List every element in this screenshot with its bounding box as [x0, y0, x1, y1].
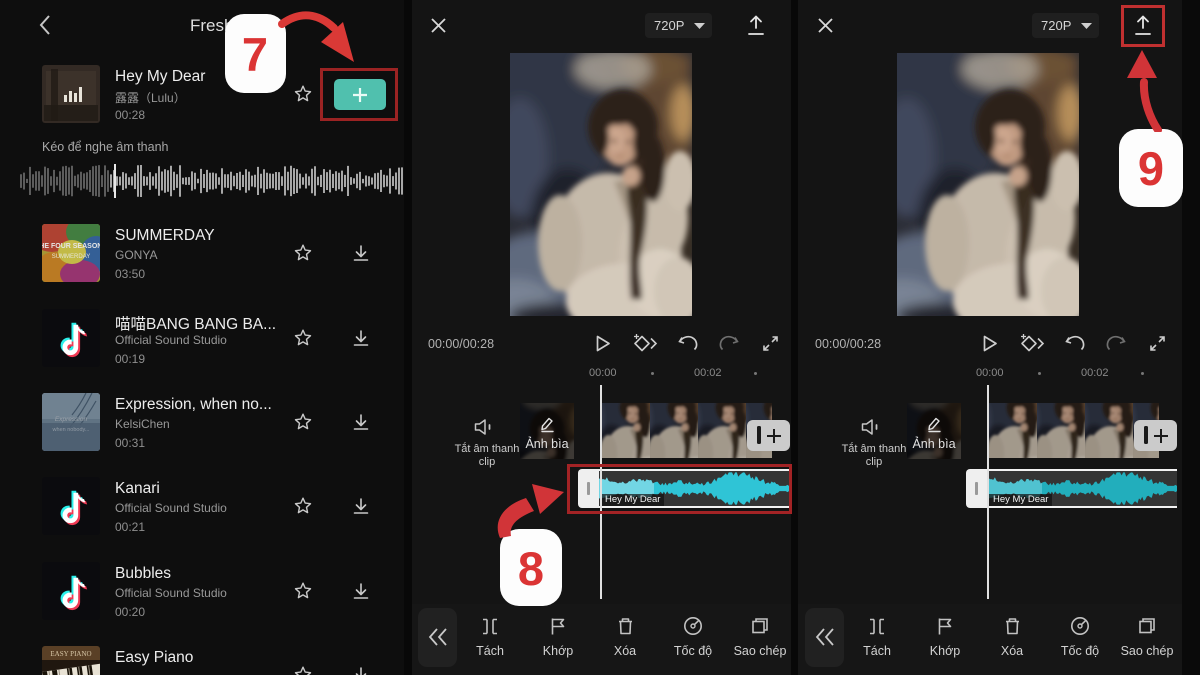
svg-text:EASY PIANO: EASY PIANO	[50, 650, 91, 658]
